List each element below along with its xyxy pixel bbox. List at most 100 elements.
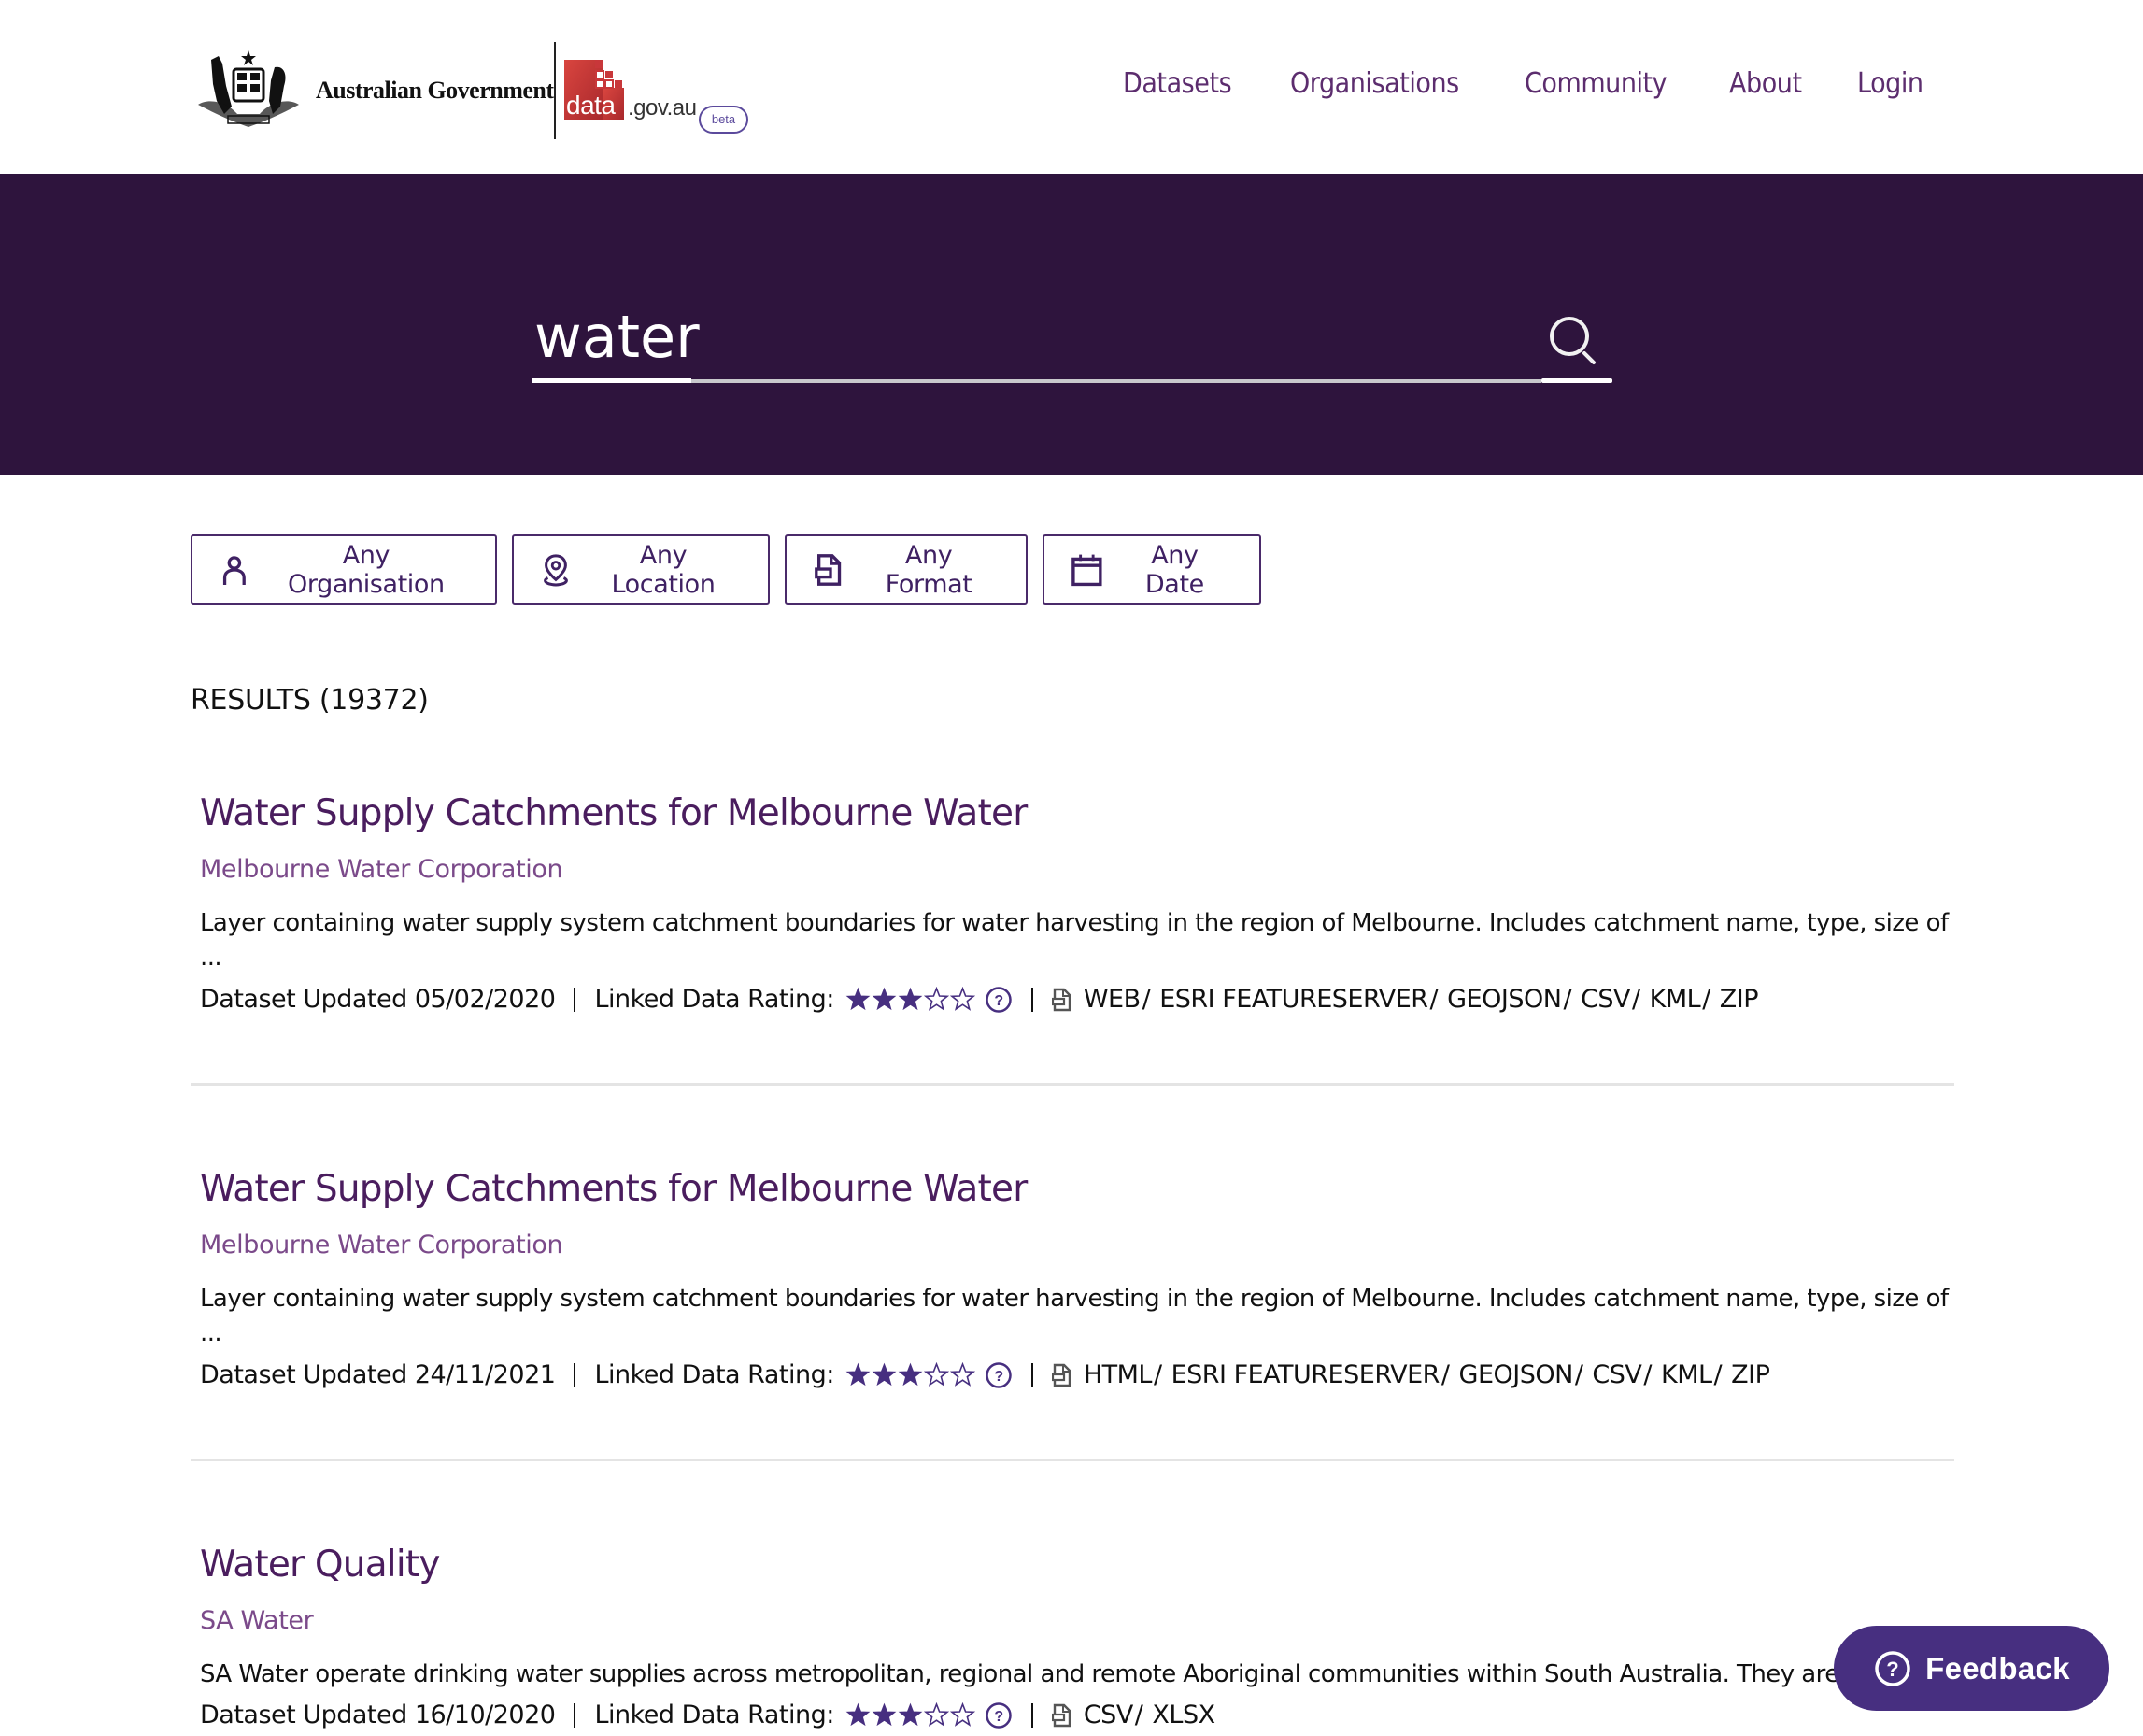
result-organisation-link[interactable]: SA Water [200, 1606, 1956, 1635]
format-tag: XLSX [1152, 1700, 1215, 1729]
search-bar [532, 299, 1612, 385]
nav-login[interactable]: Login [1857, 67, 1923, 100]
meta-separator [574, 1702, 576, 1728]
result-title-link[interactable]: Water Supply Catchments for Melbourne Wa… [200, 792, 1956, 834]
star-filled-icon [872, 1702, 897, 1727]
format-tag: KML [1661, 1360, 1712, 1389]
format-separator: / [1713, 1360, 1723, 1389]
format-list: WEB/ESRI FEATURESERVER/GEOJSON/CSV/KML/Z… [1083, 985, 1759, 1014]
svg-text:?: ? [994, 1369, 1002, 1385]
file-format-icon [1051, 1703, 1072, 1727]
star-filled-icon [845, 987, 871, 1011]
format-separator: / [1440, 1360, 1450, 1389]
rating-help-icon[interactable]: ? [985, 1701, 1013, 1729]
result-description: Layer containing water supply system cat… [200, 909, 1949, 937]
rating-stars [845, 987, 975, 1012]
logo-data-word: data [566, 91, 616, 120]
nav-datasets[interactable]: Datasets [1123, 67, 1232, 100]
star-filled-icon [845, 1362, 871, 1387]
star-empty-icon [923, 987, 949, 1011]
result-item: Water Quality SA Water SA Water operate … [191, 1544, 1956, 1729]
result-organisation-link[interactable]: Melbourne Water Corporation [200, 1231, 1956, 1259]
filter-date-button[interactable]: Any Date [1043, 534, 1261, 605]
format-separator: / [1632, 985, 1640, 1014]
result-meta: Dataset Updated 16/10/2020 Linked Data R… [200, 1700, 1956, 1729]
search-input[interactable] [532, 299, 1541, 374]
star-empty-icon [923, 1362, 949, 1387]
beta-badge: beta [699, 106, 748, 134]
result-updated-date: Dataset Updated 24/11/2021 [200, 1360, 556, 1389]
format-tag: KML [1649, 985, 1701, 1014]
format-tag: ZIP [1719, 985, 1759, 1014]
filter-format-button[interactable]: Any Format [785, 534, 1028, 605]
search-button-underline [1541, 378, 1612, 383]
results-count: RESULTS (19372) [191, 684, 429, 717]
result-item: Water Supply Catchments for Melbourne Wa… [191, 1168, 1956, 1389]
svg-text:?: ? [994, 993, 1002, 1009]
star-filled-icon [898, 987, 923, 1011]
filter-location-label: Any Location [611, 540, 716, 599]
calendar-icon [1072, 554, 1102, 586]
star-filled-icon [898, 1362, 923, 1387]
format-separator: / [1429, 985, 1439, 1014]
result-description-ellipsis: ... [200, 1319, 222, 1347]
result-title-link[interactable]: Water Supply Catchments for Melbourne Wa… [200, 1168, 1956, 1210]
meta-separator [1030, 987, 1033, 1012]
logo-domain-word: .gov.au [628, 95, 697, 121]
format-tag: CSV [1581, 985, 1631, 1014]
help-circle-icon: ? [1875, 1650, 1910, 1686]
search-underline-active [532, 378, 691, 383]
filter-bar: Any Organisation Any Location Any Format… [191, 534, 1261, 605]
result-divider [191, 1459, 1954, 1461]
filter-organisation-button[interactable]: Any Organisation [191, 534, 497, 605]
star-filled-icon [872, 1362, 897, 1387]
main-nav: Datasets Organisations Community About L… [1123, 67, 1930, 100]
government-name: Australian Government [316, 77, 554, 104]
format-separator: / [1574, 1360, 1583, 1389]
search-button[interactable] [1543, 299, 1614, 383]
nav-community[interactable]: Community [1525, 67, 1668, 100]
format-tag: WEB [1083, 985, 1141, 1014]
format-tag: ESRI FEATURESERVER [1159, 985, 1428, 1014]
result-organisation-link[interactable]: Melbourne Water Corporation [200, 855, 1956, 884]
format-tag: ESRI FEATURESERVER [1171, 1360, 1440, 1389]
document-icon [815, 553, 842, 586]
rating-label: Linked Data Rating: [594, 985, 834, 1014]
format-tag: CSV [1083, 1700, 1133, 1729]
result-description: Layer containing water supply system cat… [200, 1285, 1949, 1313]
file-format-icon [1051, 1363, 1072, 1387]
svg-text:?: ? [1886, 1658, 1898, 1681]
result-meta: Dataset Updated 05/02/2020 Linked Data R… [200, 985, 1956, 1014]
format-tag: GEOJSON [1447, 985, 1562, 1014]
meta-separator [1030, 1702, 1033, 1728]
star-empty-icon [949, 1362, 975, 1387]
format-tag: HTML [1083, 1360, 1153, 1389]
format-list: CSV/ XLSX [1084, 1700, 1215, 1729]
feedback-label: Feedback [1925, 1650, 2070, 1686]
nav-organisations[interactable]: Organisations [1290, 67, 1459, 100]
svg-text:?: ? [994, 1709, 1002, 1725]
format-separator: / [1142, 985, 1151, 1014]
filter-organisation-label: Any Organisation [288, 540, 445, 599]
rating-help-icon[interactable]: ? [985, 1361, 1013, 1389]
format-tag: GEOJSON [1458, 1360, 1574, 1389]
star-empty-icon [949, 987, 975, 1011]
site-header: Australian Government data .gov.au beta … [0, 0, 2143, 174]
result-description-ellipsis: ... [200, 944, 222, 972]
result-title-link[interactable]: Water Quality [200, 1544, 1956, 1586]
result-description: SA Water operate drinking water supplies… [200, 1660, 1839, 1688]
result-meta: Dataset Updated 24/11/2021 Linked Data R… [200, 1360, 1956, 1389]
star-filled-icon [845, 1702, 871, 1727]
coat-of-arms-icon [198, 50, 299, 127]
nav-about[interactable]: About [1729, 67, 1802, 100]
star-filled-icon [872, 987, 897, 1011]
filter-format-label: Any Format [885, 540, 972, 599]
file-format-icon [1051, 988, 1072, 1011]
location-pin-icon [544, 553, 568, 587]
format-separator: / [1134, 1700, 1143, 1729]
feedback-button[interactable]: ? Feedback [1834, 1626, 2109, 1711]
filter-location-button[interactable]: Any Location [512, 534, 770, 605]
rating-help-icon[interactable]: ? [985, 986, 1013, 1014]
rating-stars [845, 1362, 975, 1387]
star-filled-icon [898, 1702, 923, 1727]
